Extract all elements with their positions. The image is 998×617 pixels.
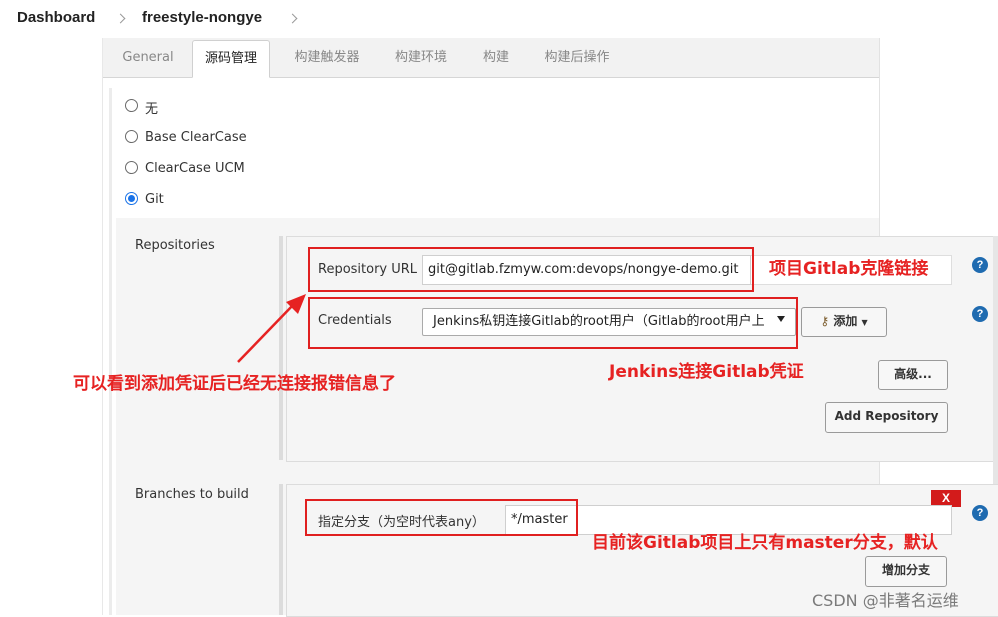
add-repository-button[interactable]: Add Repository	[825, 402, 948, 433]
tab-general[interactable]: General	[112, 39, 184, 77]
repositories-label: Repositories	[135, 238, 215, 253]
arrow-icon	[237, 294, 306, 363]
highlight-branch-spec	[305, 499, 578, 536]
tab-build-environment[interactable]: 构建环境	[382, 39, 460, 77]
annotation-no-error: 可以看到添加凭证后已经无连接报错信息了	[73, 374, 396, 394]
tab-build-triggers[interactable]: 构建触发器	[283, 39, 371, 77]
help-icon[interactable]: ?	[972, 257, 988, 273]
radio-git-label: Git	[145, 192, 164, 207]
radio-git[interactable]	[125, 192, 138, 205]
add-branch-button[interactable]: 增加分支	[865, 556, 947, 587]
tab-source-code-management[interactable]: 源码管理	[192, 40, 270, 78]
radio-base-clearcase[interactable]	[125, 130, 138, 143]
radio-none-label: 无	[145, 102, 159, 117]
annotation-clone-link: 项目Gitlab克隆链接	[769, 259, 929, 279]
radio-clearcase-ucm-label: ClearCase UCM	[145, 161, 245, 176]
breadcrumb-project[interactable]: freestyle-nongye	[142, 9, 262, 26]
tab-post-build-actions[interactable]: 构建后操作	[533, 39, 621, 77]
key-icon: ⚷	[820, 314, 830, 328]
highlight-credentials	[308, 297, 798, 349]
chevron-right-icon[interactable]	[287, 13, 298, 24]
caret-down-icon: ▼	[861, 318, 868, 327]
highlight-repository-url	[308, 247, 754, 292]
advanced-button[interactable]: 高级...	[878, 360, 948, 390]
annotation-master-only: 目前该Gitlab项目上只有master分支，默认	[592, 533, 938, 553]
radio-none[interactable]	[125, 99, 138, 112]
section-indent-bar	[109, 88, 112, 615]
radio-clearcase-ucm[interactable]	[125, 161, 138, 174]
add-credentials-button[interactable]: ⚷ 添加 ▼	[801, 307, 887, 337]
branches-label: Branches to build	[135, 487, 249, 502]
panel-left-border	[102, 38, 103, 615]
tab-build[interactable]: 构建	[470, 39, 522, 77]
add-credentials-label: 添加	[833, 314, 858, 328]
help-icon[interactable]: ?	[972, 505, 988, 521]
annotation-credential: Jenkins连接Gitlab凭证	[609, 362, 804, 382]
watermark: CSDN @非著名运维	[812, 591, 959, 610]
radio-base-clearcase-label: Base ClearCase	[145, 130, 247, 145]
breadcrumb-dashboard[interactable]: Dashboard	[17, 9, 95, 26]
branches-indent-bar	[279, 484, 283, 615]
help-icon[interactable]: ?	[972, 306, 988, 322]
chevron-right-icon	[115, 13, 126, 24]
